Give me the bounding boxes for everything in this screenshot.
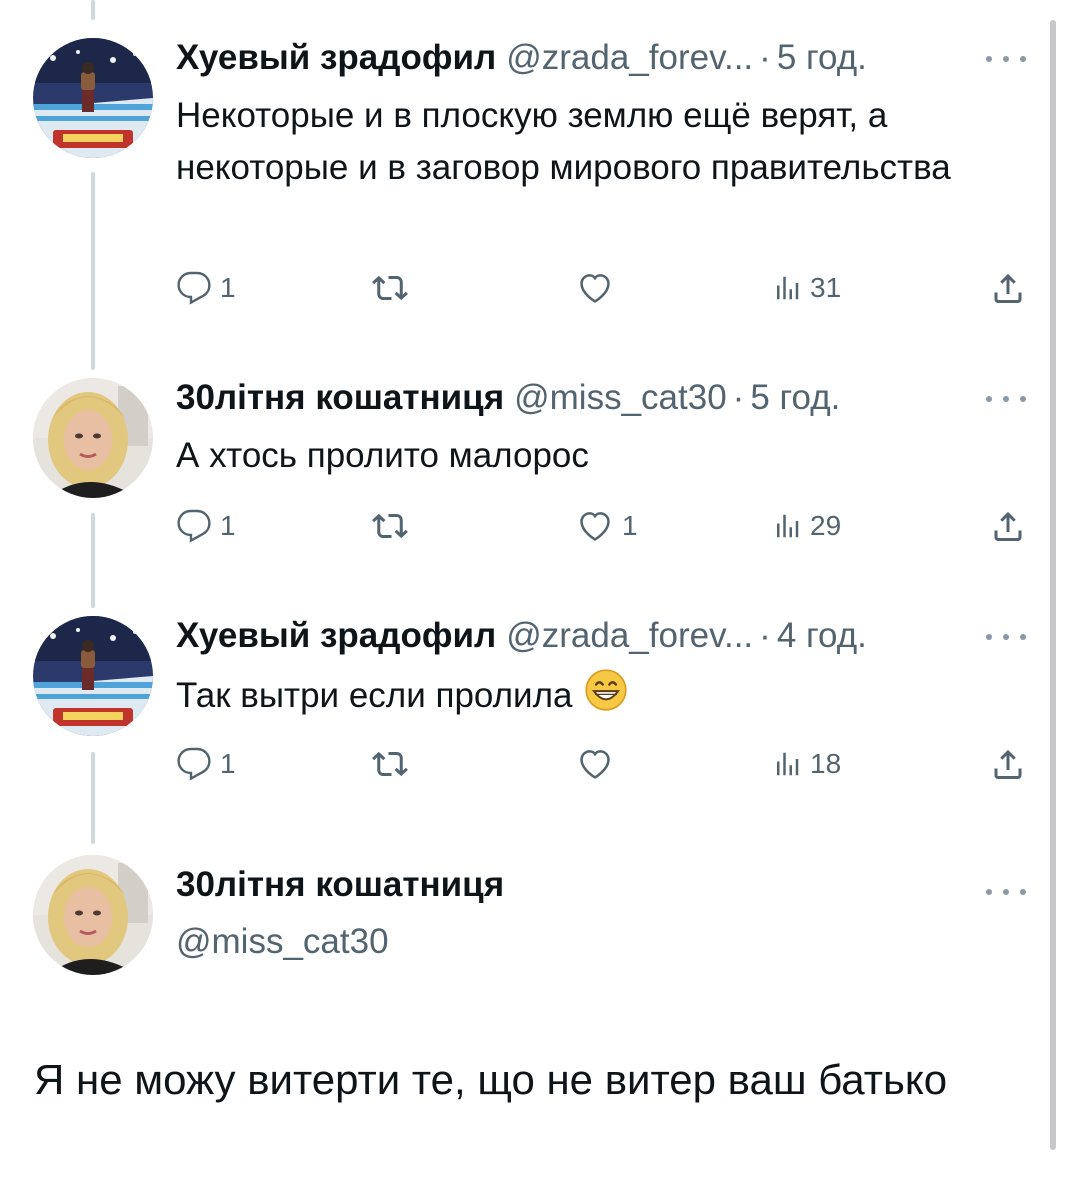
- views-icon: [772, 749, 802, 779]
- tweet-header: Хуевый зрадофил @zrada_forev... · 5 год.: [176, 38, 1026, 88]
- tweet-text: Некоторые и в плоскую землю ещё верят, а…: [176, 96, 951, 187]
- tweet-text: А хтось пролито малорос: [176, 436, 589, 475]
- like-button[interactable]: [576, 744, 622, 784]
- tweet-header: Хуевый зрадофил @zrada_forev... · 4 год.: [176, 616, 1026, 666]
- author-handle[interactable]: @miss_cat30: [176, 922, 389, 962]
- reply-button[interactable]: 1: [176, 744, 236, 784]
- heart-icon: [576, 507, 614, 545]
- reply-count: 1: [220, 748, 236, 779]
- author-handle[interactable]: @zrada_forev...: [506, 616, 753, 656]
- avatar-image: [33, 38, 153, 158]
- tweet-actions: 1 1 29: [176, 506, 1026, 546]
- avatar-image: [33, 855, 153, 975]
- views-count: 18: [810, 748, 842, 779]
- thread-line: [91, 513, 95, 608]
- more-icon[interactable]: [986, 392, 1026, 406]
- like-count: 1: [622, 510, 638, 541]
- scrollbar[interactable]: [1050, 20, 1056, 1150]
- avatar-image: [33, 378, 153, 498]
- reply-icon: [176, 508, 212, 544]
- tweet-actions: 1 31: [176, 268, 1026, 308]
- author-name[interactable]: Хуевый зрадофил: [176, 616, 496, 656]
- author-name[interactable]: 30літня кошатниця: [176, 378, 504, 418]
- heart-icon: [576, 269, 614, 307]
- retweet-button[interactable]: [372, 506, 416, 546]
- share-icon: [990, 746, 1026, 782]
- views-button[interactable]: 31: [772, 268, 841, 308]
- tweet-actions: 1 18: [176, 744, 1026, 784]
- reply-count: 1: [220, 272, 236, 303]
- share-icon: [990, 270, 1026, 306]
- timestamp[interactable]: 4 год.: [777, 616, 867, 656]
- reply-count: 1: [220, 510, 236, 541]
- separator: ·: [759, 616, 771, 655]
- tweet-body: Так вытри если пролила: [176, 668, 1016, 727]
- views-button[interactable]: 18: [772, 744, 841, 784]
- views-count: 29: [810, 510, 842, 541]
- retweet-icon: [372, 270, 408, 306]
- like-button[interactable]: 1: [576, 506, 638, 546]
- thread-line: [91, 752, 95, 844]
- avatar[interactable]: [33, 855, 153, 975]
- reply-icon: [176, 270, 212, 306]
- views-button[interactable]: 29: [772, 506, 841, 546]
- avatar[interactable]: [33, 38, 153, 158]
- share-button[interactable]: [990, 268, 1026, 308]
- avatar[interactable]: [33, 616, 153, 736]
- views-count: 31: [810, 272, 842, 303]
- focal-tweet-text: Я не можу витерти те, що не витер ваш ба…: [34, 1056, 948, 1103]
- views-icon: [772, 273, 802, 303]
- heart-icon: [576, 745, 614, 783]
- thread-line: [91, 172, 95, 370]
- share-button[interactable]: [990, 744, 1026, 784]
- retweet-icon: [372, 746, 408, 782]
- avatar-image: [33, 616, 153, 736]
- reply-icon: [176, 746, 212, 782]
- retweet-button[interactable]: [372, 744, 416, 784]
- separator: ·: [732, 378, 745, 417]
- tweet-text: Так вытри если пролила: [176, 675, 573, 715]
- like-button[interactable]: [576, 268, 622, 308]
- more-icon[interactable]: [986, 630, 1026, 644]
- timestamp[interactable]: 5 год.: [777, 38, 867, 78]
- share-button[interactable]: [990, 506, 1026, 546]
- avatar[interactable]: [33, 378, 153, 498]
- author-handle[interactable]: @miss_cat30: [514, 378, 727, 418]
- more-icon[interactable]: [986, 52, 1026, 66]
- grinning-emoji: [584, 668, 628, 727]
- views-icon: [772, 511, 802, 541]
- reply-button[interactable]: 1: [176, 268, 236, 308]
- author-handle[interactable]: @zrada_forev...: [506, 38, 753, 78]
- author-name[interactable]: Хуевый зрадофил: [176, 38, 496, 78]
- author-name[interactable]: 30літня кошатниця: [176, 865, 504, 905]
- thread-line: [91, 0, 95, 20]
- retweet-button[interactable]: [372, 268, 416, 308]
- reply-button[interactable]: 1: [176, 506, 236, 546]
- more-icon[interactable]: [986, 885, 1026, 899]
- share-icon: [990, 508, 1026, 544]
- timestamp[interactable]: 5 год.: [750, 378, 840, 418]
- separator: ·: [759, 38, 771, 77]
- tweet-header: 30літня кошатниця @miss_cat30 · 5 год.: [176, 378, 1026, 428]
- retweet-icon: [372, 508, 408, 544]
